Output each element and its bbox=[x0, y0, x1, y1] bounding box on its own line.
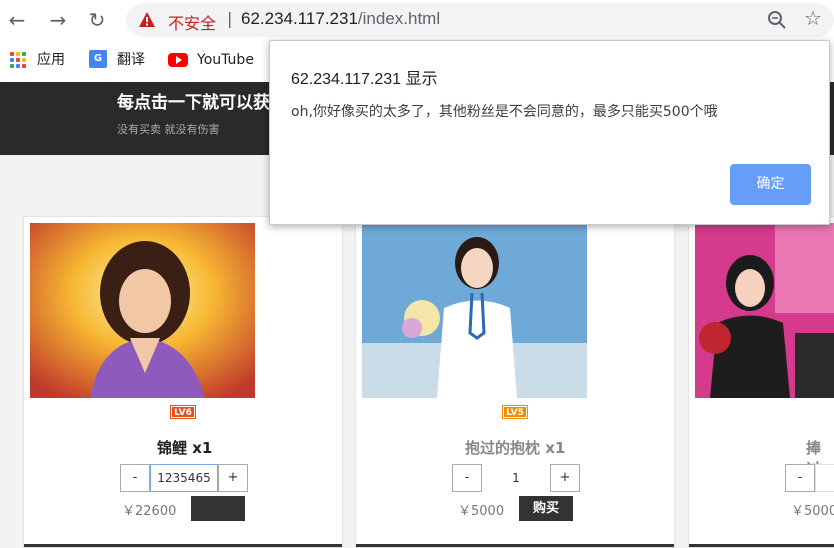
product-image bbox=[362, 223, 587, 398]
card-bottom-bar bbox=[689, 544, 834, 547]
dialog-ok-button[interactable]: 确定 bbox=[730, 164, 811, 205]
alert-dialog: 62.234.117.231 显示 oh,你好像买的太多了，其他粉丝是不会同意的… bbox=[269, 40, 830, 225]
back-arrow-icon[interactable]: ← bbox=[4, 7, 30, 33]
card-bottom-bar bbox=[356, 544, 674, 547]
quantity-stepper: - bbox=[785, 464, 834, 492]
url-path: /index.html bbox=[357, 9, 441, 28]
product-name: 抱过的抱枕 x1 bbox=[465, 439, 566, 457]
dialog-message: oh,你好像买的太多了，其他粉丝是不会同意的，最多只能买500个哦 bbox=[291, 104, 718, 120]
quantity-input[interactable]: 1 bbox=[482, 464, 550, 492]
product-card: LV5 抱过的抱枕 x1 - 1 + ￥5000 购买 bbox=[355, 216, 675, 548]
forward-arrow-icon[interactable]: → bbox=[45, 7, 71, 33]
bookmark-youtube[interactable]: YouTube bbox=[197, 50, 254, 70]
zoom-icon[interactable] bbox=[766, 9, 788, 31]
translate-icon: G bbox=[89, 50, 107, 68]
browser-toolbar: ← → ↻ 不安全 | 62.234.117.231/index.html ☆ bbox=[0, 0, 834, 40]
decrement-button[interactable]: - bbox=[120, 464, 150, 492]
bookmark-translate[interactable]: 翻译 bbox=[117, 50, 145, 70]
product-image bbox=[30, 223, 255, 398]
product-card: LV6 锦鲤 x1 - 1235465 + ￥22600 bbox=[23, 216, 343, 548]
product-price: ￥5000 bbox=[791, 504, 834, 519]
product-name: 锦鲤 x1 bbox=[157, 439, 213, 457]
warning-icon bbox=[139, 12, 155, 27]
insecure-label: 不安全 bbox=[168, 14, 217, 33]
apps-grid-icon[interactable] bbox=[10, 52, 26, 68]
buy-button[interactable] bbox=[191, 496, 245, 521]
banner-title: 每点击一下就可以获 bbox=[117, 93, 270, 113]
increment-button[interactable]: + bbox=[218, 464, 248, 492]
bookmark-star-icon[interactable]: ☆ bbox=[804, 6, 822, 30]
product-price: ￥22600 bbox=[122, 504, 177, 519]
quantity-stepper: - 1235465 + bbox=[120, 464, 248, 492]
dialog-title: 62.234.117.231 显示 bbox=[291, 71, 438, 88]
banner-subtitle: 没有买卖 就没有伤害 bbox=[117, 123, 220, 136]
card-bottom-bar bbox=[24, 544, 342, 547]
increment-button[interactable]: + bbox=[550, 464, 580, 492]
quantity-input[interactable] bbox=[815, 464, 834, 492]
url-host: 62.234.117.231 bbox=[241, 9, 358, 28]
quantity-stepper: - 1 + bbox=[452, 464, 580, 492]
decrement-button[interactable]: - bbox=[452, 464, 482, 492]
product-price: ￥5000 bbox=[458, 504, 505, 519]
reload-icon[interactable]: ↻ bbox=[84, 7, 110, 33]
url-separator: | bbox=[227, 9, 233, 28]
youtube-icon bbox=[168, 53, 188, 67]
product-card: 捧过 - ￥5000 bbox=[688, 216, 834, 548]
address-bar[interactable]: 不安全 | 62.234.117.231/index.html ☆ bbox=[126, 3, 834, 37]
decrement-button[interactable]: - bbox=[785, 464, 815, 492]
url-text: 62.234.117.231/index.html bbox=[241, 9, 440, 29]
buy-button[interactable]: 购买 bbox=[519, 496, 573, 521]
product-image bbox=[695, 223, 834, 398]
level-badge: LV6 bbox=[170, 405, 196, 419]
quantity-input[interactable]: 1235465 bbox=[150, 464, 218, 492]
level-badge: LV5 bbox=[502, 405, 528, 419]
bookmark-apps[interactable]: 应用 bbox=[37, 50, 65, 70]
